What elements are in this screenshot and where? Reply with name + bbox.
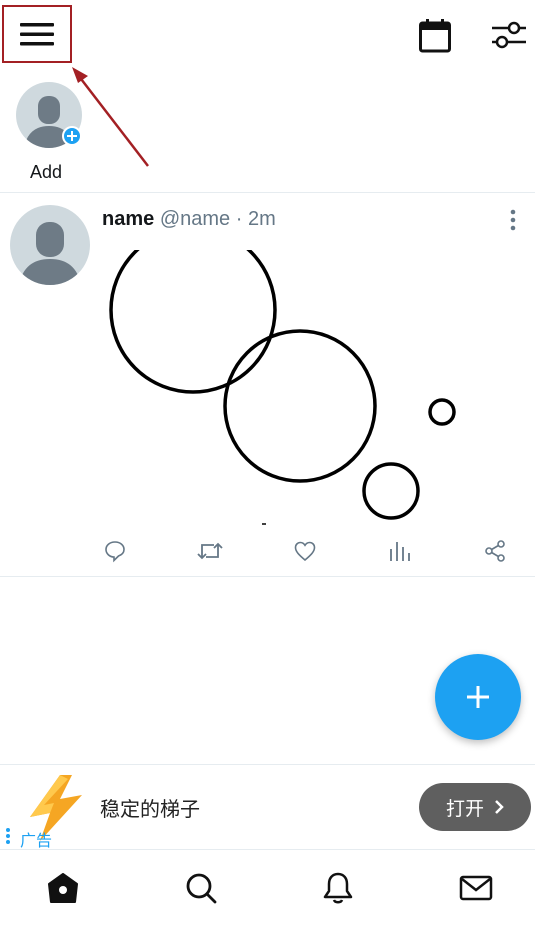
- bottom-navigation: [0, 850, 535, 926]
- sliders-icon: [492, 21, 526, 49]
- ad-tag: 广告: [20, 833, 53, 850]
- tweet-author-name[interactable]: name: [102, 208, 154, 230]
- nav-home[interactable]: [45, 870, 81, 906]
- like-button[interactable]: [290, 536, 320, 566]
- nav-messages[interactable]: [458, 870, 494, 906]
- home-icon: [48, 873, 78, 903]
- stats-button[interactable]: [385, 536, 415, 566]
- ad-banner[interactable]: 广告 稳定的梯子 打开: [0, 765, 535, 850]
- tweet-actions: [100, 536, 520, 566]
- add-story-plus-icon: [62, 126, 82, 146]
- tweet-separator: ·: [235, 208, 243, 230]
- ad-open-button[interactable]: 打开: [419, 783, 531, 831]
- top-app-bar: [0, 0, 535, 70]
- share-button[interactable]: [480, 536, 510, 566]
- heart-icon: [294, 541, 316, 562]
- retweet-icon: [197, 542, 223, 560]
- reply-button[interactable]: [100, 536, 130, 566]
- default-avatar-icon: [10, 205, 90, 285]
- circles-drawing: [109, 226, 456, 525]
- mail-icon: [459, 875, 493, 901]
- more-vertical-icon: [510, 209, 516, 231]
- tweet-time: 2m: [247, 208, 276, 230]
- compose-button[interactable]: [435, 654, 521, 740]
- plus-icon: [467, 686, 489, 708]
- search-icon: [186, 873, 217, 904]
- tweet-more-button[interactable]: [505, 208, 521, 232]
- add-story[interactable]: Add: [14, 82, 84, 182]
- add-story-label: Add: [29, 162, 63, 182]
- calendar-icon: [419, 19, 451, 53]
- chevron-right-icon: [495, 800, 504, 814]
- divider: [0, 576, 535, 577]
- ad-dots-icon: [5, 827, 11, 845]
- filter-button[interactable]: [490, 18, 528, 52]
- tweet-media[interactable]: [102, 226, 522, 528]
- calendar-button[interactable]: [418, 18, 452, 54]
- tweet-header: name @name · 2m: [102, 208, 276, 231]
- divider: [0, 192, 535, 193]
- share-nodes-icon: [485, 540, 505, 562]
- bar-chart-icon: [390, 542, 410, 561]
- tweet-avatar[interactable]: [10, 205, 90, 285]
- bell-icon: [323, 872, 353, 904]
- menu-button[interactable]: [2, 5, 72, 63]
- retweet-button[interactable]: [195, 536, 225, 566]
- ad-title: 稳定的梯子: [100, 799, 200, 821]
- hamburger-menu-icon: [20, 23, 54, 46]
- nav-search[interactable]: [183, 870, 219, 906]
- tweet-author-handle: @name: [159, 208, 231, 230]
- reply-bubble-icon: [105, 541, 125, 563]
- nav-notifications[interactable]: [320, 870, 356, 906]
- ad-open-label: 打开: [445, 798, 484, 820]
